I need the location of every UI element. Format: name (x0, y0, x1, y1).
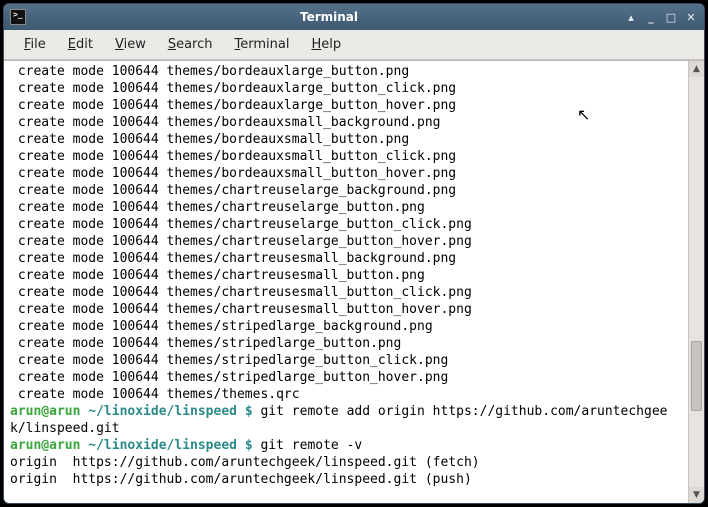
terminal-line: create mode 100644 themes/chartreuselarg… (10, 182, 682, 199)
window-title: Terminal (34, 10, 624, 24)
terminal-line: create mode 100644 themes/themes.qrc (10, 386, 682, 403)
menubar: FileEditViewSearchTerminalHelp (4, 30, 704, 60)
menu-accel: E (68, 37, 76, 52)
terminal-line: origin https://github.com/aruntechgeek/l… (10, 471, 682, 488)
window-controls: ▴ _ □ ✕ (624, 10, 698, 24)
terminal-window: >_ Terminal ▴ _ □ ✕ FileEditViewSearchTe… (3, 3, 705, 504)
scroll-thumb[interactable] (691, 341, 702, 411)
scrollbar[interactable]: ▲ ▼ (688, 61, 704, 503)
terminal-line: create mode 100644 themes/stripedlarge_b… (10, 352, 682, 369)
terminal-icon: >_ (10, 9, 26, 25)
terminal-line: arun@arun ~/linoxide/linspeed $ git remo… (10, 437, 682, 454)
menu-file[interactable]: File (14, 33, 56, 56)
terminal-line: create mode 100644 themes/stripedlarge_b… (10, 369, 682, 386)
terminal-line: arun@arun ~/linoxide/linspeed $ git remo… (10, 403, 682, 437)
menu-view[interactable]: View (105, 33, 156, 56)
menu-help[interactable]: Help (301, 33, 351, 56)
menu-accel: V (115, 37, 124, 52)
terminal-area: create mode 100644 themes/bordeauxlarge_… (4, 60, 704, 503)
terminal-line: create mode 100644 themes/chartreuselarg… (10, 216, 682, 233)
terminal-output[interactable]: create mode 100644 themes/bordeauxlarge_… (4, 61, 688, 503)
terminal-line: create mode 100644 themes/bordeauxlarge_… (10, 63, 682, 80)
terminal-line: create mode 100644 themes/chartreusesmal… (10, 267, 682, 284)
terminal-line: create mode 100644 themes/bordeauxlarge_… (10, 97, 682, 114)
menu-rest: earch (176, 37, 212, 52)
menu-search[interactable]: Search (158, 33, 223, 56)
scroll-up-arrow-icon[interactable]: ▲ (689, 61, 704, 77)
terminal-line: create mode 100644 themes/bordeauxsmall_… (10, 165, 682, 182)
terminal-line: origin https://github.com/aruntechgeek/l… (10, 454, 682, 471)
menu-accel: H (311, 37, 321, 52)
maximize-button[interactable]: □ (664, 10, 678, 24)
titlebar[interactable]: >_ Terminal ▴ _ □ ✕ (4, 4, 704, 30)
terminal-line: create mode 100644 themes/chartreusesmal… (10, 250, 682, 267)
menu-terminal[interactable]: Terminal (225, 33, 300, 56)
terminal-line: create mode 100644 themes/bordeauxsmall_… (10, 148, 682, 165)
terminal-line: create mode 100644 themes/chartreuselarg… (10, 233, 682, 250)
menu-edit[interactable]: Edit (58, 33, 103, 56)
terminal-line: create mode 100644 themes/stripedlarge_b… (10, 335, 682, 352)
menu-rest: iew (124, 37, 146, 52)
menu-rest: elp (321, 37, 341, 52)
menu-rest: ile (31, 37, 46, 52)
terminal-line: create mode 100644 themes/chartreusesmal… (10, 301, 682, 318)
terminal-line: create mode 100644 themes/bordeauxsmall_… (10, 114, 682, 131)
terminal-line: create mode 100644 themes/bordeauxlarge_… (10, 80, 682, 97)
keep-above-icon[interactable]: ▴ (624, 10, 638, 24)
minimize-button[interactable]: _ (644, 10, 658, 24)
menu-accel: S (168, 37, 176, 52)
terminal-line: create mode 100644 themes/chartreuselarg… (10, 199, 682, 216)
menu-rest: erminal (240, 37, 289, 52)
terminal-line: create mode 100644 themes/bordeauxsmall_… (10, 131, 682, 148)
menu-rest: dit (76, 37, 93, 52)
terminal-line: create mode 100644 themes/chartreusesmal… (10, 284, 682, 301)
scroll-down-arrow-icon[interactable]: ▼ (689, 487, 704, 503)
terminal-line: create mode 100644 themes/stripedlarge_b… (10, 318, 682, 335)
close-button[interactable]: ✕ (684, 10, 698, 24)
